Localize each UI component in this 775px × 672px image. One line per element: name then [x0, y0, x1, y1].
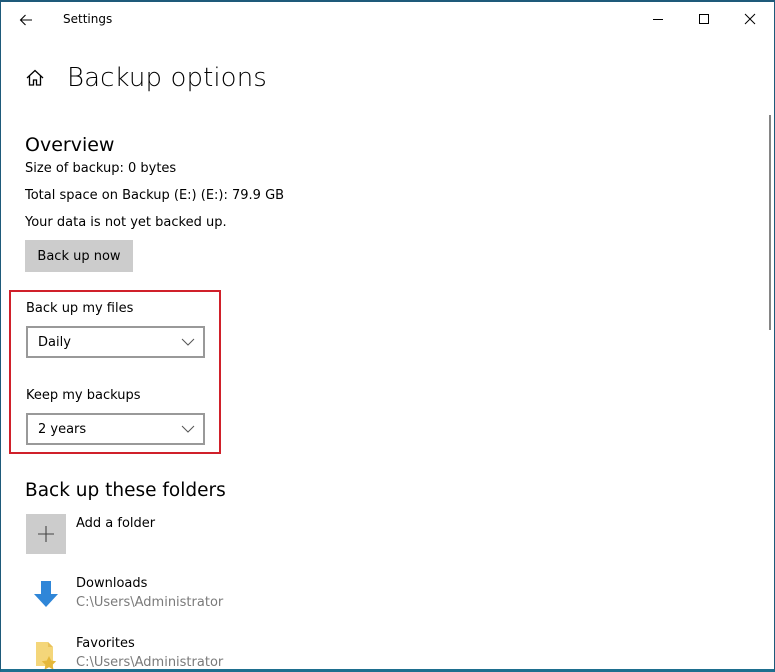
favorites-folder-icon: [36, 642, 57, 669]
chevron-down-icon: [181, 425, 195, 433]
backup-status-text: Your data is not yet backed up.: [25, 215, 227, 230]
close-button[interactable]: [727, 2, 773, 36]
total-space-text: Total space on Backup (E:) (E:): 79.9 GB: [25, 188, 285, 203]
maximize-button[interactable]: [681, 2, 727, 36]
window-title: Settings: [63, 12, 113, 26]
backup-frequency-value: Daily: [38, 334, 71, 350]
folder-path: C:\Users\Administrator: [76, 595, 224, 610]
home-icon[interactable]: [25, 67, 47, 89]
add-folder-button[interactable]: [26, 514, 66, 554]
folder-path: C:\Users\Administrator: [76, 655, 224, 670]
folders-section-title: Back up these folders: [25, 480, 226, 501]
folder-name: Favorites: [76, 636, 135, 651]
backup-frequency-label: Back up my files: [26, 301, 134, 316]
download-arrow-icon: [34, 581, 58, 607]
minimize-icon: [653, 19, 663, 20]
overview-title: Overview: [25, 134, 115, 156]
page-title: Backup options: [67, 63, 267, 93]
back-arrow-icon: [19, 14, 32, 26]
backup-size-text: Size of backup: 0 bytes: [25, 161, 177, 176]
minimize-button[interactable]: [635, 2, 681, 36]
chevron-down-icon: [181, 338, 195, 346]
settings-window: Settings Backup options Overview Size of: [0, 0, 775, 672]
folder-name: Downloads: [76, 576, 148, 591]
vertical-scrollbar[interactable]: [769, 115, 771, 330]
keep-backups-value: 2 years: [38, 421, 87, 437]
close-icon: [744, 13, 756, 25]
maximize-icon: [699, 14, 709, 24]
keep-backups-label: Keep my backups: [26, 388, 141, 403]
add-folder-label[interactable]: Add a folder: [76, 516, 155, 531]
back-up-now-button[interactable]: Back up now: [25, 240, 133, 272]
title-bar: Settings: [1, 2, 774, 38]
plus-icon: [38, 526, 54, 542]
backup-frequency-dropdown[interactable]: Daily: [26, 326, 205, 358]
page-header: Backup options: [25, 58, 267, 98]
back-button[interactable]: [13, 8, 39, 32]
keep-backups-dropdown[interactable]: 2 years: [26, 413, 205, 445]
overview-section: Overview Size of backup: 0 bytes Total s…: [25, 134, 725, 272]
